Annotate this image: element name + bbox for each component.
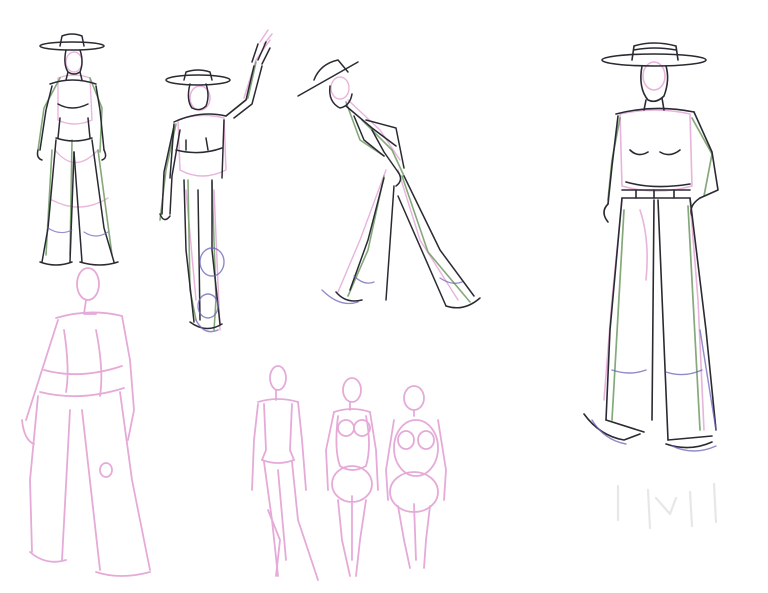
standing-hat-figure [36,33,119,266]
pink-body-study-curvy [325,377,379,577]
sketch-artwork [21,29,719,581]
waving-hat-figure [159,29,273,333]
bowing-hat-figure [297,59,481,309]
pink-body-study-round [385,385,447,569]
pink-body-study-slim [251,365,319,581]
pink-gesture-figure [21,267,151,577]
faint-sketch-marks [616,482,718,530]
sketch-canvas [0,0,768,593]
large-hat-figure [583,42,719,452]
